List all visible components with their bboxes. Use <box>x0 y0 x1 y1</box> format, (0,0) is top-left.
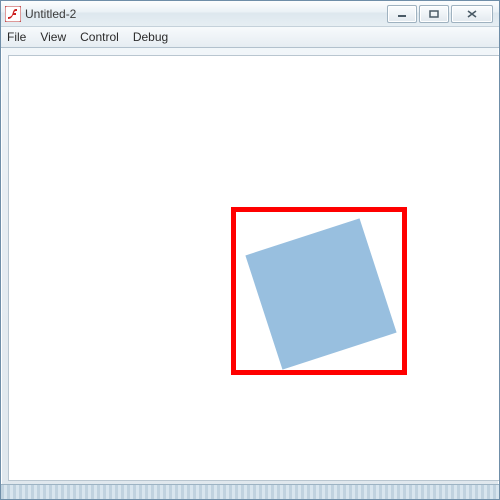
flash-player-window: Untitled-2 File View Control Debug <box>0 0 500 500</box>
flash-icon <box>5 6 21 22</box>
window-controls <box>387 5 495 23</box>
menu-item-file[interactable]: File <box>7 30 26 44</box>
menu-item-control[interactable]: Control <box>80 30 119 44</box>
title-bar[interactable]: Untitled-2 <box>1 1 499 27</box>
menu-item-view[interactable]: View <box>40 30 66 44</box>
menu-item-debug[interactable]: Debug <box>133 30 168 44</box>
close-button[interactable] <box>451 5 493 23</box>
taskbar[interactable] <box>1 484 499 499</box>
blue-square-shape <box>245 218 396 369</box>
stage[interactable] <box>8 55 499 481</box>
minimize-button[interactable] <box>387 5 417 23</box>
maximize-button[interactable] <box>419 5 449 23</box>
window-title: Untitled-2 <box>25 7 76 21</box>
menu-bar: File View Control Debug <box>1 27 499 48</box>
